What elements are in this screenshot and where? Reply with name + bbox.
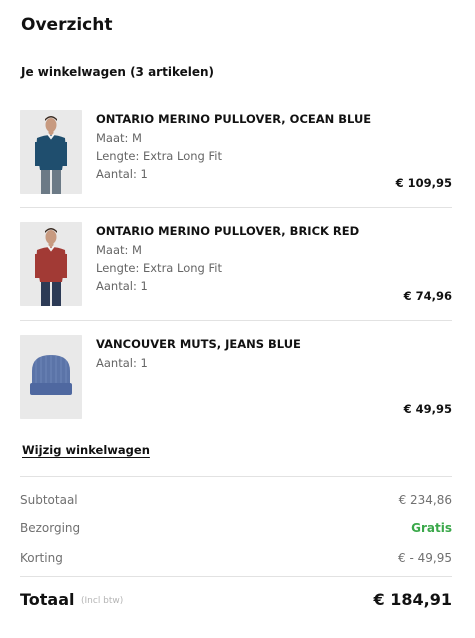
product-image[interactable] bbox=[20, 335, 82, 419]
product-size: Maat: M bbox=[96, 243, 142, 257]
product-image[interactable] bbox=[20, 222, 82, 306]
product-size: Maat: M bbox=[96, 131, 142, 145]
product-image[interactable] bbox=[20, 110, 82, 194]
subtotal-row: Subtotaal € 234,86 bbox=[20, 493, 452, 509]
vat-note: (Incl btw) bbox=[81, 596, 124, 606]
product-name[interactable]: ONTARIO MERINO PULLOVER, BRICK RED bbox=[96, 224, 359, 238]
product-price: € 74,96 bbox=[403, 289, 452, 303]
total-row: Totaal (Incl btw) € 184,91 bbox=[20, 590, 452, 612]
subtotal-value: € 234,86 bbox=[398, 493, 452, 507]
product-length: Lengte: Extra Long Fit bbox=[96, 261, 222, 275]
product-quantity: Aantal: 1 bbox=[96, 356, 148, 370]
divider bbox=[20, 476, 452, 477]
product-quantity: Aantal: 1 bbox=[96, 167, 148, 181]
product-price: € 109,95 bbox=[395, 176, 452, 190]
shipping-label: Bezorging bbox=[20, 521, 81, 535]
product-quantity: Aantal: 1 bbox=[96, 279, 148, 293]
edit-cart-link[interactable]: Wijzig winkelwagen bbox=[22, 443, 150, 457]
product-length: Lengte: Extra Long Fit bbox=[96, 149, 222, 163]
page-title: Overzicht bbox=[21, 15, 113, 35]
discount-label: Korting bbox=[20, 551, 63, 565]
divider bbox=[20, 576, 452, 577]
cart-item: ONTARIO MERINO PULLOVER, OCEAN BLUE Maat… bbox=[20, 110, 452, 194]
shipping-row: Bezorging Gratis bbox=[20, 521, 452, 537]
divider bbox=[20, 320, 452, 321]
divider bbox=[20, 207, 452, 208]
cart-heading: Je winkelwagen (3 artikelen) bbox=[21, 65, 215, 79]
product-name[interactable]: VANCOUVER MUTS, JEANS BLUE bbox=[96, 337, 301, 351]
total-value: € 184,91 bbox=[373, 590, 452, 609]
discount-row: Korting € - 49,95 bbox=[20, 551, 452, 567]
cart-item: ONTARIO MERINO PULLOVER, BRICK RED Maat:… bbox=[20, 222, 452, 306]
total-label: Totaal bbox=[20, 590, 75, 609]
product-name[interactable]: ONTARIO MERINO PULLOVER, OCEAN BLUE bbox=[96, 112, 371, 126]
product-price: € 49,95 bbox=[403, 402, 452, 416]
cart-item: VANCOUVER MUTS, JEANS BLUE Aantal: 1 € 4… bbox=[20, 335, 452, 419]
shipping-value: Gratis bbox=[411, 521, 452, 535]
subtotal-label: Subtotaal bbox=[20, 493, 78, 507]
discount-value: € - 49,95 bbox=[398, 551, 452, 565]
